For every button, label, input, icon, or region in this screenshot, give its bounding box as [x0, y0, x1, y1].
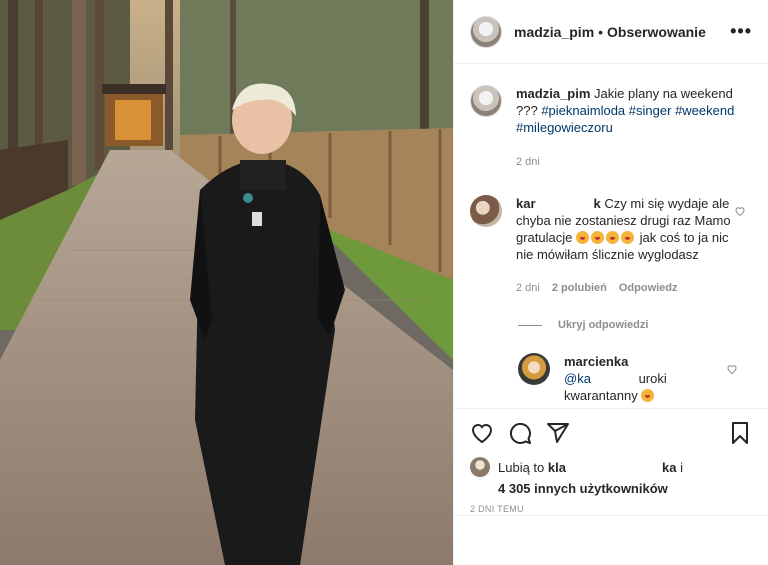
follow-button[interactable]: Obserwowanie: [607, 24, 706, 40]
reply-button[interactable]: Odpowiedz: [619, 280, 678, 297]
hashtag[interactable]: #weekend: [675, 103, 734, 118]
hashtag[interactable]: #pieknaimloda: [541, 103, 625, 118]
like-reply-heart-icon[interactable]: [726, 363, 738, 375]
post-photo: [0, 0, 453, 565]
comment-item: kar k Czy mi się wydaje ale chyba nie zos…: [470, 195, 752, 297]
bookmark-icon[interactable]: [728, 421, 752, 445]
comments-section[interactable]: madzia_pim Jakie plany na weekend ??? #p…: [454, 65, 768, 408]
reply-username[interactable]: marcienka: [564, 354, 628, 369]
photo-illustration: [0, 0, 453, 565]
hashtag[interactable]: #milegowieczoru: [516, 120, 613, 135]
hide-replies-button[interactable]: Ukryj odpowiedzi: [518, 319, 752, 331]
more-options-icon[interactable]: •••: [730, 21, 752, 42]
post-actions: Lubią to kla ka i 4 305 innych użytkownik…: [454, 408, 768, 514]
likes-row: Lubią to kla ka i: [470, 457, 752, 477]
reply-avatar[interactable]: [518, 353, 550, 385]
reply-mention[interactable]: @ka: [564, 371, 591, 386]
commenter-username[interactable]: kar: [516, 196, 536, 211]
author-username[interactable]: madzia_pim: [514, 24, 594, 40]
liker-username-start[interactable]: kla: [548, 460, 566, 475]
emoji-icon: [621, 231, 634, 244]
hashtag[interactable]: #singer: [629, 103, 672, 118]
commenter-avatar[interactable]: [470, 195, 502, 227]
caption-username[interactable]: madzia_pim: [516, 86, 590, 101]
caption: madzia_pim Jakie plany na weekend ??? #p…: [470, 85, 752, 171]
caption-avatar[interactable]: [470, 85, 502, 117]
like-comment-heart-icon[interactable]: [734, 205, 746, 217]
liker-username-end[interactable]: ka: [662, 460, 676, 475]
hide-replies-label: Ukryj odpowiedzi: [558, 319, 649, 331]
emoji-icon: [591, 231, 604, 244]
post-header: madzia_pim • Obserwowanie •••: [454, 0, 768, 64]
action-icons: [470, 419, 752, 447]
like-heart-icon[interactable]: [470, 421, 494, 445]
replies-line: [518, 324, 542, 326]
emoji-icon: [606, 231, 619, 244]
caption-time: 2 dni: [516, 156, 540, 168]
commenter-username-tail[interactable]: k: [594, 196, 601, 211]
post-side-panel: madzia_pim • Obserwowanie ••• madzia_pim…: [453, 0, 768, 565]
laughing-emoji-icon: [641, 389, 655, 402]
comment-bubble-icon[interactable]: [508, 421, 532, 445]
liker-avatar[interactable]: [470, 457, 490, 477]
header-separator: •: [598, 23, 604, 40]
likes-prefix: Lubią to: [498, 459, 545, 475]
share-icon[interactable]: [546, 421, 570, 445]
post-time-ago[interactable]: 2 DNI TEMU: [470, 504, 752, 514]
likes-count[interactable]: 4 305 innych użytkowników: [498, 481, 752, 496]
comment-time: 2 dni: [516, 282, 540, 294]
emoji-icon: [576, 231, 589, 244]
reply-item: marcienka @ka uroki kwarantanny: [518, 353, 752, 404]
likes-trailing: i: [680, 459, 683, 475]
comment-likes[interactable]: 2 polubień: [552, 280, 607, 297]
add-comment-area: [454, 515, 768, 565]
author-avatar[interactable]: [470, 15, 502, 48]
